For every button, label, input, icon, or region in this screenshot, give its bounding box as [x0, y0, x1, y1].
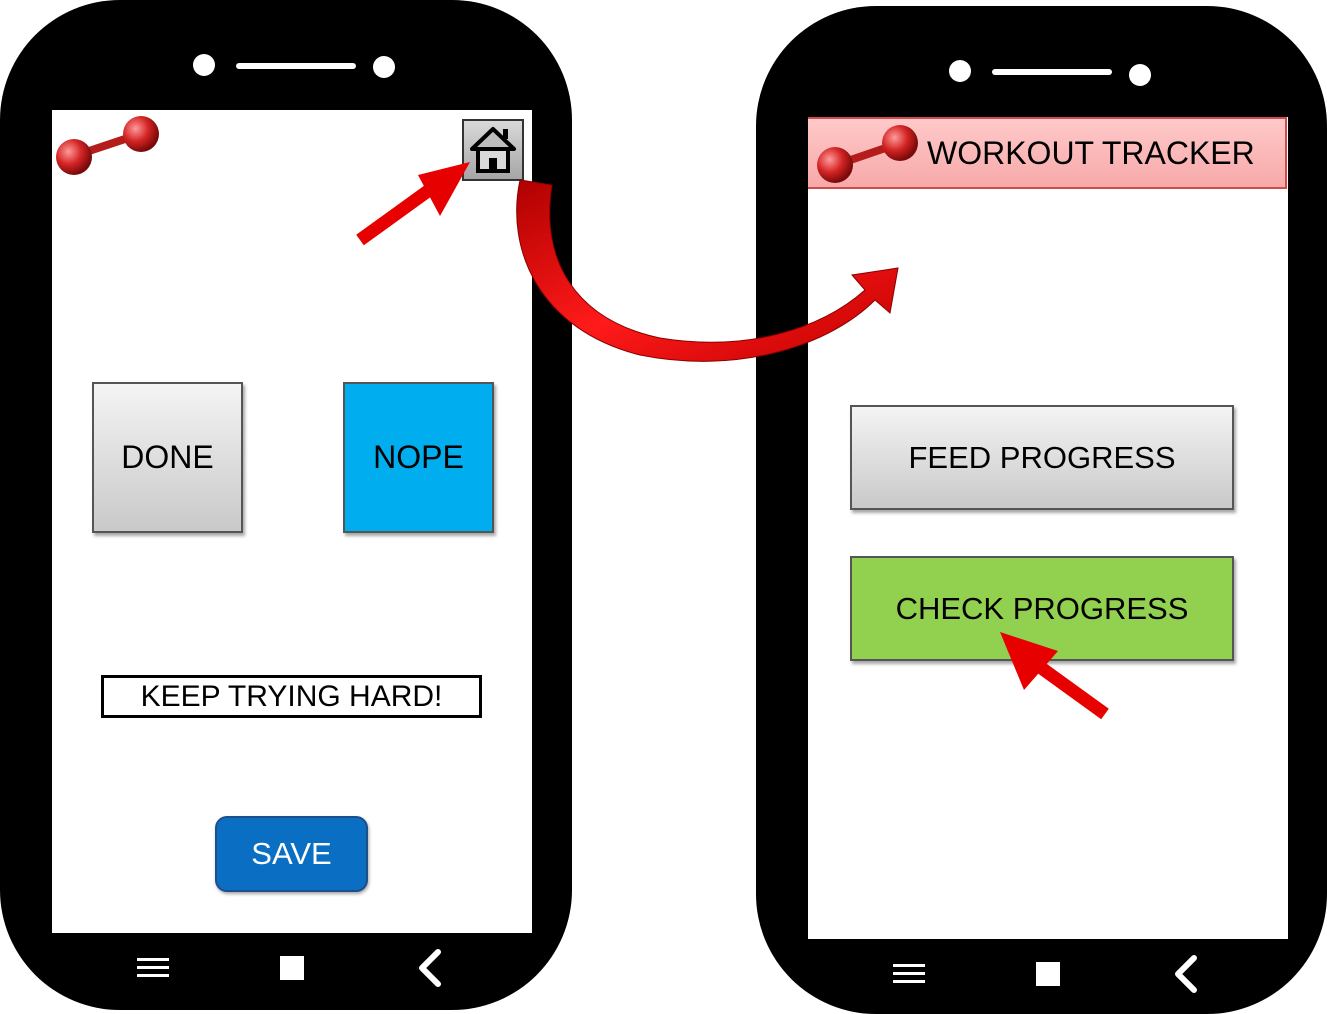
navigation-curved-arrow	[516, 179, 899, 362]
annotation-arrows	[356, 162, 1109, 720]
arrow-to-home	[356, 162, 470, 246]
arrow-to-check-progress	[1000, 632, 1109, 720]
